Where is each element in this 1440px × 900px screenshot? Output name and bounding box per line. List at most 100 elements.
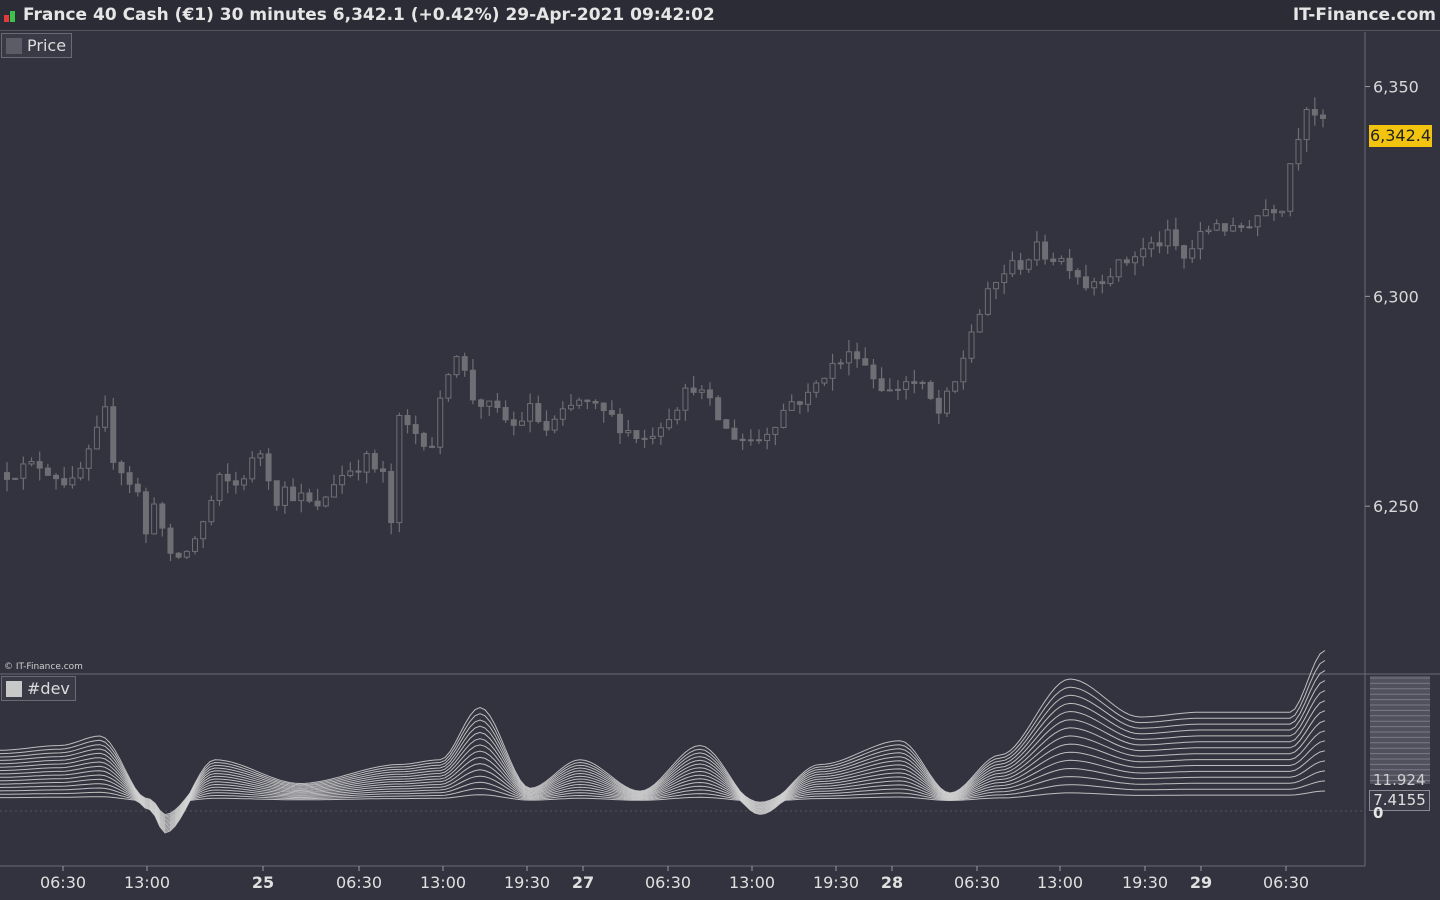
candle-body [110,406,117,463]
candle-body [1270,209,1277,214]
candle-body [478,399,485,407]
candle-body [559,408,566,420]
candle-body [93,426,100,450]
chart-canvas[interactable]: 6,250 6,300 6,350 06:30 13:00 25 06:30 13:00 19:… [0,0,1440,900]
candle-body [870,364,877,380]
candle-body [1074,270,1081,278]
candle-body [690,387,697,393]
x-tick-label: 27 [572,873,594,892]
candle [110,397,117,470]
candle-body [330,484,337,498]
candle [453,355,460,378]
candle-body [1320,114,1326,119]
candle-body [527,403,534,422]
candle [371,449,378,473]
candle-body [1230,225,1237,232]
candle-body [764,433,771,442]
candle-body [927,381,934,399]
candle-body [257,453,264,459]
candle [723,418,730,429]
x-tick-label: 06:30 [645,873,691,892]
candle-body [837,362,844,365]
price-legend[interactable]: Price [1,33,73,58]
candle-body [568,404,574,410]
candle-body [347,470,354,477]
candle-body [249,457,256,480]
candle [445,373,452,402]
candle-body [698,389,705,393]
candle-body [657,427,664,437]
candle-body [772,426,779,435]
candle-body [641,437,648,440]
candle-body [502,407,509,421]
candle [12,477,19,481]
candle-body [1181,245,1188,259]
candle-body [469,369,476,401]
x-tick-label: 13:00 [729,873,775,892]
candle-body [494,400,501,409]
candle-body [1156,242,1163,247]
candle-body [1132,256,1138,264]
candle-body [1279,210,1286,214]
dev-value-label-1: 11.924 [1373,771,1426,789]
candle-body [53,474,60,480]
candle-body [952,381,959,392]
candle-body [756,439,762,442]
candle-body [960,357,967,383]
y-tick-label: 6,300 [1373,287,1419,306]
x-tick-label: 06:30 [1263,873,1309,892]
x-tick-label: 19:30 [1122,873,1168,892]
candle-body [69,477,76,486]
candle-body [674,409,681,421]
candle-body [1082,276,1089,289]
candle-body [151,503,158,535]
candle-body [208,500,215,523]
candle-body [1058,257,1065,262]
candle-body [118,461,125,474]
candle-body [183,550,190,558]
candle-body [805,391,812,405]
x-tick-label: 13:00 [1037,873,1083,892]
candle-body [1123,259,1130,264]
candle [396,412,403,533]
candle-body [224,473,231,482]
candle-body [1091,281,1098,289]
candle-body [576,399,583,406]
candle-body [518,420,525,426]
candle-body [167,527,174,554]
candle-body [322,496,329,507]
candle-body [355,470,362,473]
candle-body [1033,241,1040,261]
candle-body [314,500,321,507]
candle-body [445,374,452,399]
candle-body [453,356,460,376]
candle-body [796,401,803,405]
x-tick-label: 06:30 [40,873,86,892]
candle-body [592,401,599,404]
candle-body [1189,248,1196,259]
candle-body [845,351,852,364]
candle [216,472,223,506]
candle-body [1254,215,1261,228]
candle-body [1262,209,1269,217]
current-price-label: 6,342.4 [1369,125,1432,147]
dev-indicator-lines [0,650,1430,834]
candle-body [535,403,542,423]
candle-body [437,397,444,448]
candle [952,381,959,394]
candle-body [1197,231,1204,250]
candle-body [241,478,248,486]
candle-body [461,356,468,371]
price-legend-swatch [6,37,22,54]
candle-body [984,288,991,315]
panel-frames [0,32,1440,867]
candle-body [1295,139,1302,165]
candle-body [388,470,395,524]
candle-body [1205,229,1212,233]
candle-body [281,486,288,506]
candle-body [894,388,901,391]
candle-body [77,467,84,479]
dev-legend[interactable]: #dev [1,676,76,701]
candle-body [788,401,795,411]
x-tick-label: 28 [881,873,903,892]
